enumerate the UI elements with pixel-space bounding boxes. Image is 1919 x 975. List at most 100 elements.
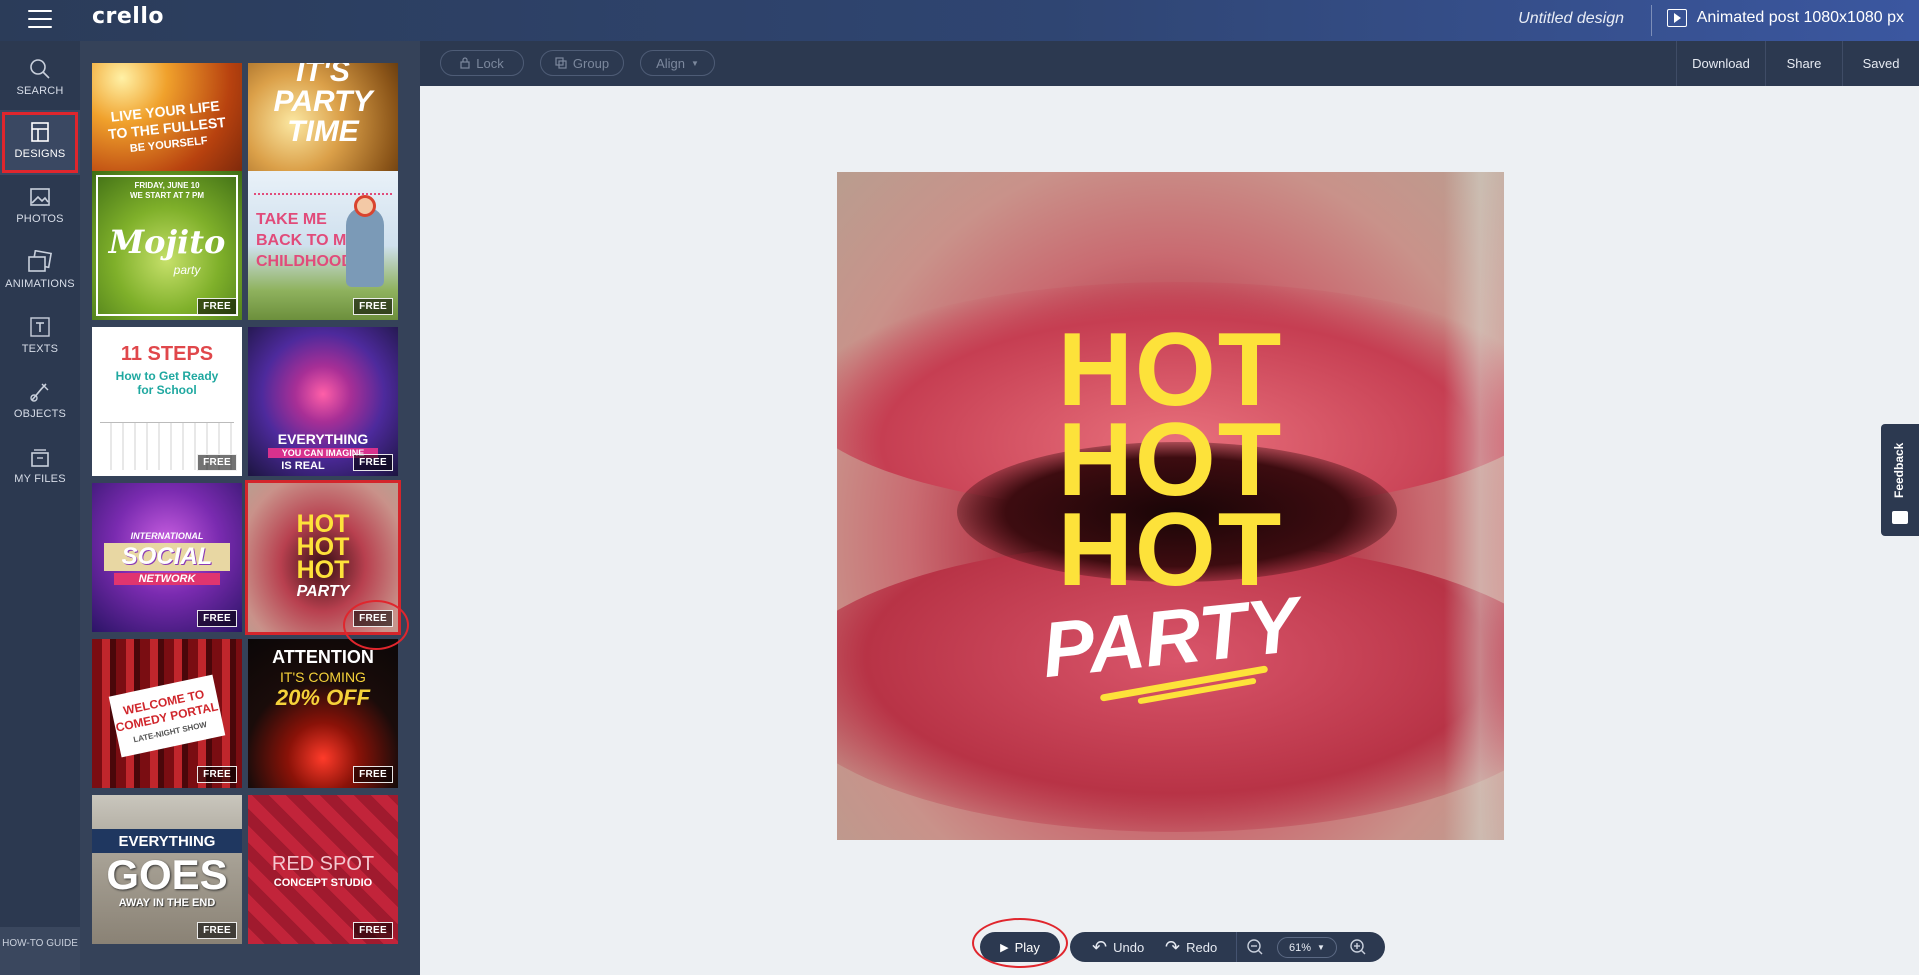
feedback-label: Feedback <box>1892 442 1906 498</box>
objects-icon <box>30 383 49 402</box>
design-canvas[interactable]: HOT HOT HOT PARTY <box>837 172 1504 840</box>
undo-icon: ↶ <box>1092 936 1108 957</box>
format-label: Animated post 1080x1080 px <box>1666 9 1904 27</box>
rail-item-objects[interactable]: OBJECTS <box>0 370 80 435</box>
template-social-network[interactable]: INTERNATIONAL SOCIAL NETWORK FREE <box>92 483 242 632</box>
rail-label: PHOTOS <box>16 213 64 225</box>
rail-label: TEXTS <box>21 343 59 355</box>
zoom-out-button[interactable] <box>1246 932 1264 962</box>
child-figure <box>346 207 384 287</box>
template-text: How to Get Ready <box>115 369 219 383</box>
template-text: NETWORK <box>114 573 220 585</box>
designs-panel: LIVE YOUR LIFE TO THE FULLEST BE YOURSEL… <box>80 41 420 975</box>
texts-icon <box>30 317 50 337</box>
app-logo[interactable]: crello <box>92 4 164 29</box>
template-text: Mojito <box>108 223 226 261</box>
undo-label: Undo <box>1113 939 1145 955</box>
template-11-steps[interactable]: 11 STEPS How to Get Ready for School FRE… <box>92 327 242 476</box>
menu-icon[interactable] <box>28 10 52 28</box>
template-everything-goes[interactable]: EVERYTHING GOES AWAY IN THE END FREE <box>92 795 242 944</box>
search-icon <box>30 59 50 79</box>
undo-button[interactable]: ↶ Undo <box>1092 932 1144 962</box>
template-text: INTERNATIONAL <box>130 531 204 541</box>
template-text: SOCIAL <box>104 543 230 571</box>
top-bar: crello Untitled design Animated post 108… <box>0 0 1919 41</box>
saved-status: Saved <box>1862 56 1900 71</box>
zoom-value: 61% <box>1289 941 1312 954</box>
redo-icon: ↷ <box>1165 936 1181 957</box>
free-badge: FREE <box>353 454 393 471</box>
rail-label: DESIGNS <box>14 148 66 160</box>
group-button[interactable]: Group <box>540 50 624 76</box>
template-text: GOES <box>106 851 228 898</box>
free-badge: FREE <box>197 298 237 315</box>
my-files-icon <box>31 449 49 467</box>
zoom-in-button[interactable] <box>1349 932 1367 962</box>
divider <box>1651 5 1652 36</box>
lock-label: Lock <box>476 55 504 71</box>
template-text: IT'S COMING <box>280 669 366 685</box>
how-to-guide-button[interactable]: HOW-TO GUIDE <box>0 927 80 975</box>
align-label: Align <box>656 55 685 71</box>
template-comedy-portal[interactable]: WELCOME TO COMEDY PORTAL LATE-NIGHT SHOW… <box>92 639 242 788</box>
template-text: EVERYTHING <box>277 431 369 447</box>
align-dropdown[interactable]: Align ▼ <box>640 50 715 76</box>
rail-item-animations[interactable]: ANIMATIONS <box>0 240 80 305</box>
template-text: IT'S <box>296 63 350 88</box>
rail-item-texts[interactable]: TEXTS <box>0 305 80 370</box>
template-text: party <box>173 263 201 277</box>
lock-button[interactable]: Lock <box>440 50 524 76</box>
child-head <box>354 195 376 217</box>
template-text: TIME <box>287 115 359 148</box>
download-button[interactable]: Download <box>1677 41 1765 86</box>
rail-item-designs[interactable]: DESIGNS <box>0 110 80 175</box>
zoom-out-icon <box>1247 939 1263 955</box>
share-button[interactable]: Share <box>1766 41 1842 86</box>
template-mojito-party[interactable]: FRIDAY, JUNE 10 WE START AT 7 PM Mojito … <box>92 171 242 320</box>
rail-label: SEARCH <box>16 85 64 97</box>
chevron-down-icon: ▼ <box>691 58 699 68</box>
divider <box>1236 932 1237 962</box>
free-badge: FREE <box>197 922 237 939</box>
rail-item-my-files[interactable]: MY FILES <box>0 435 80 500</box>
feedback-icon <box>1892 511 1908 524</box>
format-text: Animated post 1080x1080 px <box>1696 9 1904 26</box>
rail-item-search[interactable]: SEARCH <box>0 47 80 112</box>
left-rail: SEARCH DESIGNS PHOTOS ANIMATIONS TEXTS O… <box>0 41 80 975</box>
free-badge: FREE <box>353 766 393 783</box>
feedback-tab[interactable]: Feedback <box>1881 424 1919 536</box>
document-title[interactable]: Untitled design <box>1518 10 1624 28</box>
template-take-me-back[interactable]: TAKE ME BACK TO MY CHILDHOOD FREE <box>248 171 398 320</box>
rail-label: ANIMATIONS <box>5 278 75 290</box>
template-attention-20-off[interactable]: ATTENTION IT'S COMING 20% OFF FREE <box>248 639 398 788</box>
free-badge: FREE <box>353 298 393 315</box>
animations-icon <box>28 250 53 272</box>
chevron-down-icon: ▼ <box>1317 943 1325 952</box>
template-text: RED SPOT <box>271 853 375 875</box>
rail-item-photos[interactable]: PHOTOS <box>0 175 80 240</box>
template-text: AWAY IN THE END <box>118 897 216 909</box>
redo-label: Redo <box>1186 939 1218 955</box>
photos-icon <box>30 188 50 206</box>
rail-label: OBJECTS <box>13 408 67 420</box>
designs-icon <box>31 122 49 142</box>
template-red-spot[interactable]: RED SPOT CONCEPT STUDIO FREE <box>248 795 398 944</box>
free-badge: FREE <box>353 922 393 939</box>
redo-button[interactable]: ↷ Redo <box>1165 932 1217 962</box>
group-icon <box>555 57 567 69</box>
stars-row <box>254 193 392 195</box>
zoom-in-icon <box>1350 939 1366 955</box>
template-text: HOT <box>296 556 350 584</box>
free-badge: FREE <box>197 766 237 783</box>
zoom-dropdown[interactable]: 61% ▼ <box>1277 937 1337 958</box>
template-text: PARTY <box>296 583 350 600</box>
annotation-circle <box>972 918 1068 968</box>
template-text: FRIDAY, JUNE 10 <box>134 181 200 190</box>
rail-label: MY FILES <box>14 473 66 485</box>
template-text: 11 STEPS <box>120 343 214 365</box>
template-text: ATTENTION <box>272 647 374 667</box>
template-everything-imagine[interactable]: EVERYTHING YOU CAN IMAGINE IS REAL FREE <box>248 327 398 476</box>
group-label: Group <box>572 55 610 71</box>
free-badge: FREE <box>197 454 237 471</box>
free-badge: FREE <box>197 610 237 627</box>
